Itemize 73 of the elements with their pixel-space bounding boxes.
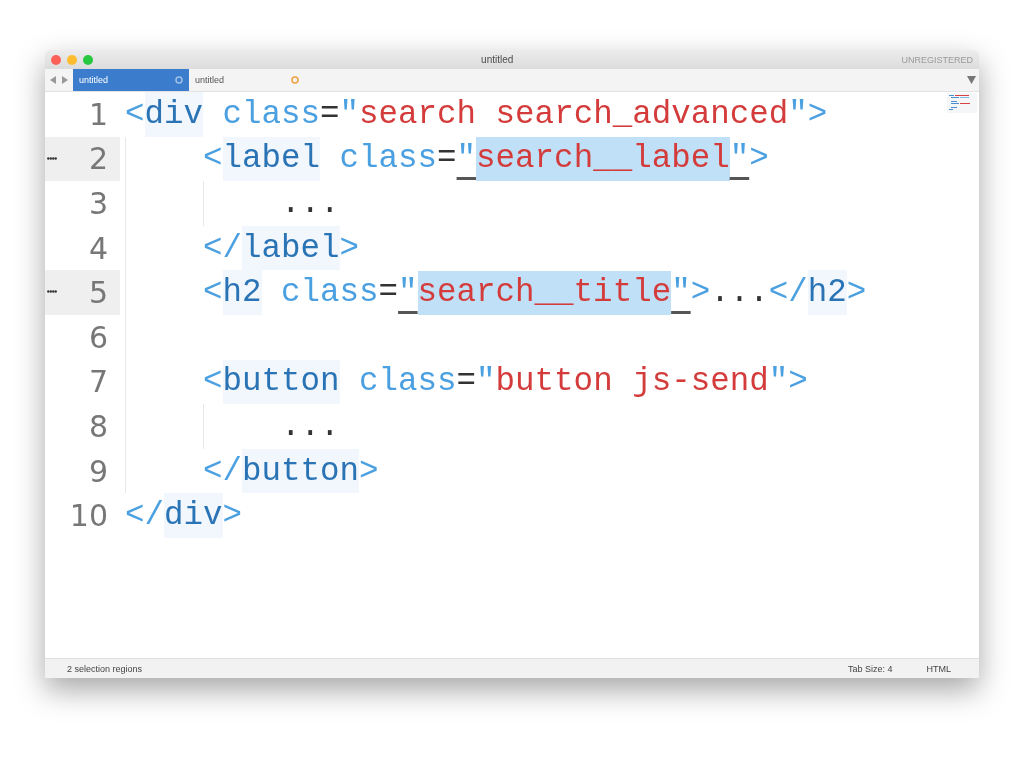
tag-bracket: > [359, 451, 379, 492]
line-number: 4 [88, 230, 108, 266]
attribute-name: class [339, 139, 438, 180]
registration-label: UNREGISTERED [901, 54, 973, 65]
modified-dot-icon[interactable] [291, 76, 299, 84]
zoom-button[interactable] [83, 54, 93, 65]
tag-bracket: " [476, 362, 496, 403]
tag-bracket: </ [203, 451, 242, 492]
tab[interactable]: untitled [73, 69, 189, 91]
tag-bracket: < [125, 94, 145, 135]
code-text: ... [710, 273, 769, 314]
minimize-button[interactable] [67, 54, 77, 65]
code-text: = [437, 139, 457, 180]
syntax-label[interactable]: HTML [926, 663, 951, 674]
tag-bracket: > [749, 139, 769, 180]
tab[interactable]: untitled [189, 69, 305, 91]
close-button[interactable] [51, 54, 61, 65]
line-number: 1 [88, 96, 108, 132]
minimap-drawing[interactable] [947, 93, 977, 113]
left-arrow-icon[interactable] [49, 76, 57, 84]
code-text: = [320, 94, 340, 135]
line-number: 5 [88, 275, 108, 311]
tag-bracket: < [203, 273, 223, 314]
tag-bracket: > [690, 273, 711, 314]
matched-quote: " [398, 273, 418, 314]
right-arrow-icon[interactable] [61, 76, 69, 84]
tag-name: label [222, 136, 321, 182]
line-number: 6 [88, 319, 108, 355]
tag-name: button [242, 448, 360, 494]
matched-quote: " [729, 139, 750, 180]
tag-name: div [164, 493, 223, 538]
tag-bracket: </ [768, 273, 808, 314]
tag-bracket: > [788, 362, 808, 403]
matched-quote: " [456, 139, 477, 180]
tag-name: h2 [807, 270, 847, 315]
code-text: = [378, 273, 399, 314]
tag-bracket: " [768, 362, 789, 403]
code-text: ... [281, 406, 340, 447]
line-number: 2 [88, 141, 108, 177]
selected-text: search__label [476, 136, 730, 181]
tag-name: label [242, 225, 340, 271]
line-number: 7 [88, 364, 108, 400]
dropdown-icon[interactable] [967, 76, 976, 84]
tag-name: h2 [222, 270, 262, 315]
matched-quote: " [671, 273, 691, 314]
selected-text: search__title [417, 270, 672, 315]
tag-bracket: </ [125, 496, 164, 537]
line-number: 10 [69, 498, 108, 534]
code-text: = [456, 362, 477, 403]
tag-bracket: > [846, 273, 867, 314]
tag-bracket: " [339, 94, 360, 135]
tag-name: div [144, 92, 204, 137]
line-number: 3 [88, 186, 108, 221]
code-text: ... [281, 184, 340, 224]
attribute-value: button js-send [495, 362, 769, 403]
close-icon[interactable] [175, 76, 183, 84]
tag-bracket: > [222, 496, 243, 537]
tag-bracket: </ [203, 228, 242, 269]
window-title: untitled [480, 54, 515, 65]
tag-bracket: > [807, 94, 828, 135]
attribute-value: search search_advanced [359, 94, 789, 135]
tag-bracket: " [788, 94, 808, 135]
line-number: 8 [88, 408, 108, 444]
tag-bracket: < [203, 362, 223, 403]
attribute-name: class [222, 94, 321, 135]
attribute-name: class [281, 273, 379, 314]
tag-name: button [222, 359, 340, 405]
tag-bracket: < [203, 139, 223, 180]
attribute-name: class [359, 362, 457, 403]
selection-count: 2 selection regions [67, 663, 143, 674]
tab-size-label[interactable]: Tab Size: 4 [847, 663, 893, 674]
line-number: 9 [88, 453, 108, 489]
tag-bracket: > [339, 228, 360, 269]
